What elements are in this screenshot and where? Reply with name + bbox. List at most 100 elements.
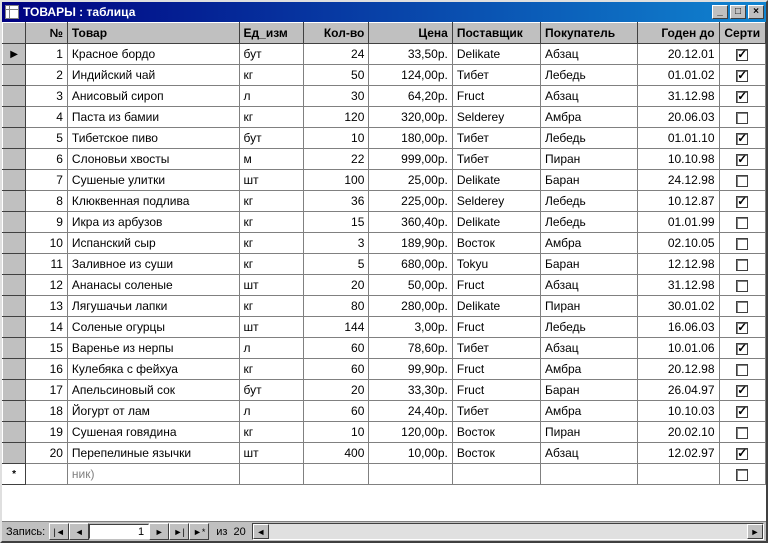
cell-date[interactable]: 10.12.87 [638,191,719,212]
row-selector[interactable] [3,275,26,296]
cell-product[interactable]: Сушеная говядина [67,422,239,443]
cell-date[interactable]: 10.01.06 [638,338,719,359]
table-row[interactable]: 19Сушеная говядинакг10120,00р.ВостокПира… [3,422,766,443]
checkbox-icon[interactable] [736,154,748,166]
header-supplier[interactable]: Поставщик [452,23,540,44]
cell-price[interactable]: 320,00р. [369,107,452,128]
cell-supplier[interactable]: Tokyu [452,254,540,275]
row-selector[interactable] [3,149,26,170]
checkbox-icon[interactable] [736,49,748,61]
cell-num[interactable]: 1 [26,44,68,65]
cell-supplier[interactable]: Delikate [452,170,540,191]
table-row[interactable]: 3Анисовый сиропл3064,20р.FructАбзац31.12… [3,86,766,107]
cell-qty[interactable]: 60 [304,359,369,380]
scroll-left-button[interactable]: ◄ [253,524,269,539]
row-selector[interactable] [3,212,26,233]
cell-supplier[interactable]: Fruct [452,86,540,107]
cell-num[interactable]: 20 [26,443,68,464]
cell-num[interactable]: 9 [26,212,68,233]
cell-buyer[interactable]: Пиран [540,422,637,443]
cell-num[interactable]: 14 [26,317,68,338]
cell-qty[interactable]: 20 [304,275,369,296]
cell-cert[interactable] [719,128,765,149]
checkbox-icon[interactable] [736,469,748,481]
cell-cert[interactable] [719,296,765,317]
table-row[interactable]: ▶1Красное бордобут2433,50р.DelikateАбзац… [3,44,766,65]
cell-product[interactable]: Кулебяка с фейхуа [67,359,239,380]
cell-unit[interactable]: кг [239,296,304,317]
scroll-track[interactable] [269,524,747,539]
table-row[interactable]: 11Заливное из сушикг5680,00р.TokyuБаран1… [3,254,766,275]
row-selector[interactable] [3,65,26,86]
cell-price[interactable]: 10,00р. [369,443,452,464]
checkbox-icon[interactable] [736,385,748,397]
cell-price[interactable]: 3,00р. [369,317,452,338]
row-selector[interactable] [3,359,26,380]
cell-num[interactable]: 8 [26,191,68,212]
cell-product[interactable]: Сушеные улитки [67,170,239,191]
cell-num[interactable]: 12 [26,275,68,296]
cell-price[interactable]: 180,00р. [369,128,452,149]
row-selector[interactable] [3,401,26,422]
cell-price[interactable]: 25,00р. [369,170,452,191]
table-row[interactable]: 10Испанский сыркг3189,90р.ВостокАмбра02.… [3,233,766,254]
checkbox-icon[interactable] [736,322,748,334]
table-row[interactable]: 4Паста из бамиикг120320,00р.SeldereyАмбр… [3,107,766,128]
cell-product[interactable]: Клюквенная подлива [67,191,239,212]
checkbox-icon[interactable] [736,280,748,292]
cell-supplier[interactable]: Fruct [452,317,540,338]
cell-supplier[interactable]: Delikate [452,296,540,317]
cell-date[interactable]: 31.12.98 [638,86,719,107]
cell-buyer[interactable]: Лебедь [540,65,637,86]
cell-unit[interactable]: шт [239,317,304,338]
cell-unit[interactable]: шт [239,275,304,296]
cell-cert[interactable] [719,422,765,443]
cell-buyer[interactable]: Баран [540,170,637,191]
cell-unit[interactable]: кг [239,359,304,380]
header-buyer[interactable]: Покупатель [540,23,637,44]
cell-buyer[interactable]: Абзац [540,44,637,65]
cell-product[interactable]: Красное бордо [67,44,239,65]
cell-buyer[interactable]: Абзац [540,275,637,296]
maximize-button[interactable]: □ [730,5,746,19]
cell-product[interactable]: Апельсиновый сок [67,380,239,401]
cell-cert[interactable] [719,107,765,128]
cell-cert[interactable] [719,254,765,275]
cell-product[interactable]: Йогурт от лам [67,401,239,422]
cell-cert[interactable] [719,44,765,65]
row-selector[interactable] [3,380,26,401]
cell-supplier[interactable]: Тибет [452,65,540,86]
cell-buyer[interactable]: Лебедь [540,191,637,212]
cell-price[interactable]: 64,20р. [369,86,452,107]
checkbox-icon[interactable] [736,364,748,376]
cell-cert[interactable] [719,233,765,254]
cell-price[interactable]: 360,40р. [369,212,452,233]
cell-unit[interactable]: кг [239,254,304,275]
cell-supplier[interactable]: Fruct [452,380,540,401]
cell-num[interactable]: 17 [26,380,68,401]
nav-prev-button[interactable]: ◄ [69,523,89,540]
cell-date[interactable]: 20.06.03 [638,107,719,128]
cell-unit[interactable]: шт [239,170,304,191]
cell-date[interactable]: 10.10.03 [638,401,719,422]
cell-product[interactable]: ник) [67,464,239,485]
cell-num[interactable]: 4 [26,107,68,128]
cell-cert[interactable] [719,212,765,233]
cell-buyer[interactable]: Лебедь [540,128,637,149]
cell-unit[interactable]: л [239,86,304,107]
cell-supplier[interactable]: Selderey [452,191,540,212]
cell-qty[interactable]: 60 [304,338,369,359]
cell-product[interactable]: Анисовый сироп [67,86,239,107]
new-row-marker[interactable]: * [3,464,26,485]
cell-cert[interactable] [719,317,765,338]
header-num[interactable]: № [26,23,68,44]
scroll-right-button[interactable]: ► [747,524,763,539]
cell-date[interactable]: 01.01.99 [638,212,719,233]
cell-product[interactable]: Соленые огурцы [67,317,239,338]
cell-cert[interactable] [719,191,765,212]
cell-unit[interactable]: кг [239,422,304,443]
cell-unit[interactable]: шт [239,443,304,464]
cell-product[interactable]: Испанский сыр [67,233,239,254]
cell-unit[interactable]: кг [239,107,304,128]
cell-price[interactable]: 24,40р. [369,401,452,422]
